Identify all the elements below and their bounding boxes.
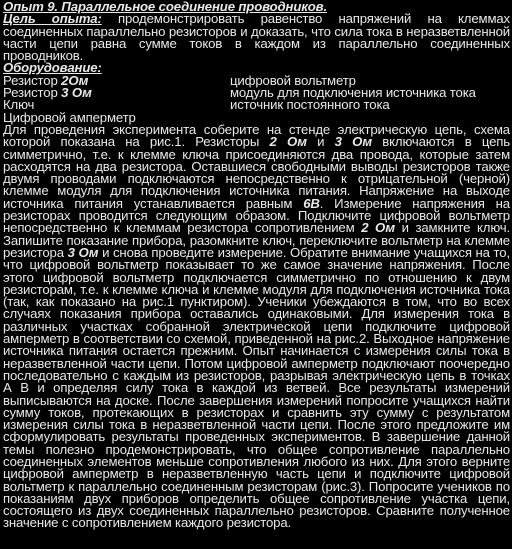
goal-paragraph: Цель опыта: продемонстрировать равенство…: [3, 12, 510, 62]
text-run: и снова проведите измерение. Обратите вн…: [3, 244, 510, 531]
procedure-paragraph: Для проведения эксперимента соберите на …: [3, 123, 510, 531]
equipment-left: Резистор 3 Ом: [3, 85, 230, 101]
equipment-right: источник постоянного тока: [230, 97, 390, 113]
document-page: Опыт 9. Параллельное соединение проводни…: [3, 0, 510, 531]
equipment-value: 3 Ом: [61, 85, 92, 101]
